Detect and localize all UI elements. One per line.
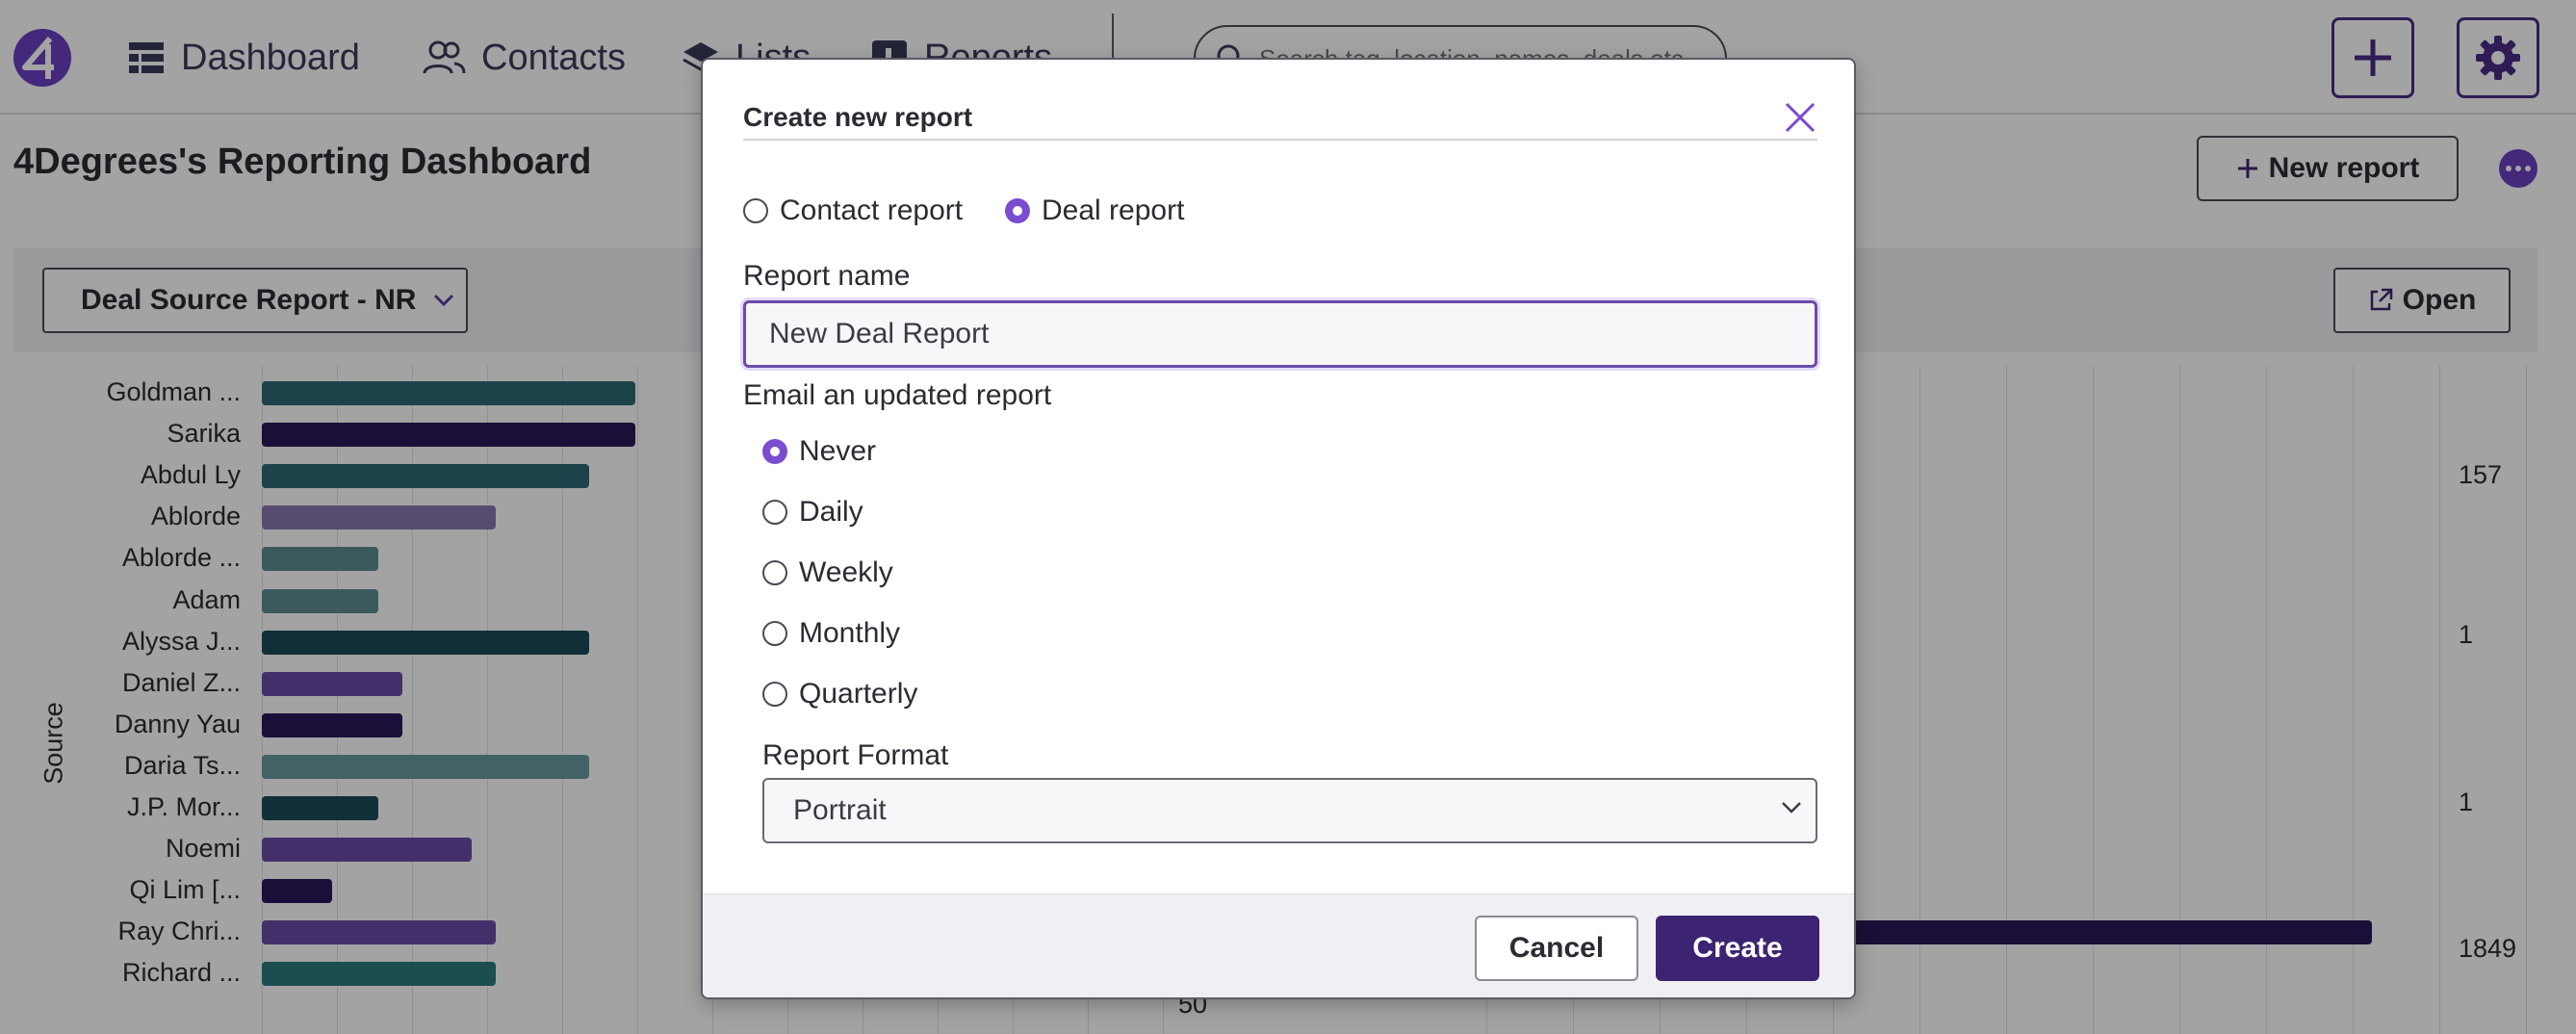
report-name-label: Report name — [743, 260, 911, 292]
report-format-select[interactable]: Portrait — [762, 778, 1817, 843]
report-format-label: Report Format — [762, 739, 949, 771]
modal-footer: Cancel Create — [703, 893, 1854, 997]
report-name-input[interactable] — [743, 300, 1817, 368]
radio-label: Monthly — [799, 617, 901, 649]
radio-frequency-weekly[interactable]: Weekly — [762, 556, 893, 589]
radio-label: Quarterly — [799, 678, 918, 710]
radio-deal-report[interactable]: Deal report — [1005, 194, 1184, 227]
radio-button[interactable] — [762, 500, 787, 525]
radio-button[interactable] — [762, 560, 787, 585]
close-icon[interactable] — [1781, 98, 1819, 137]
radio-frequency-quarterly[interactable]: Quarterly — [762, 678, 917, 711]
radio-label: Never — [799, 435, 877, 467]
radio-label: Daily — [799, 496, 863, 528]
radio-button[interactable] — [743, 198, 768, 223]
radio-frequency-monthly[interactable]: Monthly — [762, 617, 900, 650]
radio-label: Weekly — [799, 556, 893, 588]
radio-label: Deal report — [1042, 194, 1185, 226]
radio-button-checked[interactable] — [762, 439, 787, 464]
radio-button[interactable] — [762, 682, 787, 707]
radio-button[interactable] — [762, 621, 787, 646]
radio-frequency-never[interactable]: Never — [762, 435, 876, 468]
email-report-label: Email an updated report — [743, 379, 1052, 411]
radio-button-checked[interactable] — [1005, 198, 1030, 223]
chevron-down-icon — [1782, 802, 1801, 814]
modal-divider — [743, 139, 1817, 141]
create-report-modal: Create new report Contact report Deal re… — [701, 58, 1856, 999]
cancel-button[interactable]: Cancel — [1475, 916, 1638, 981]
radio-label: Contact report — [780, 194, 964, 226]
report-format-value: Portrait — [793, 794, 887, 826]
create-button[interactable]: Create — [1656, 916, 1819, 981]
modal-title: Create new report — [743, 102, 973, 132]
radio-contact-report[interactable]: Contact report — [743, 194, 963, 227]
radio-frequency-daily[interactable]: Daily — [762, 496, 863, 529]
